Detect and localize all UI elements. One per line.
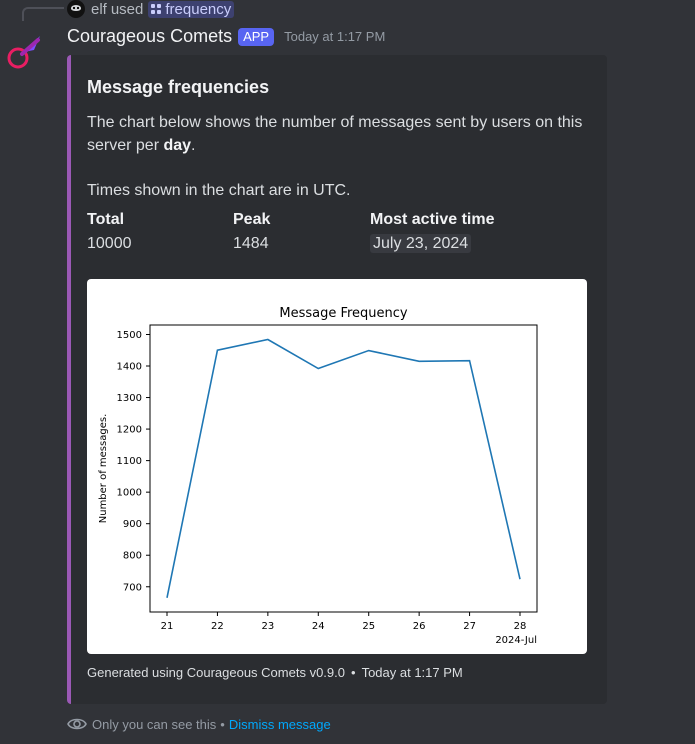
y-tick-label: 1500 xyxy=(117,330,142,341)
field-name: Total xyxy=(87,211,125,228)
desc-timezone-note: Times shown in the chart are in UTC. xyxy=(87,182,351,199)
x-tick-label: 22 xyxy=(211,621,224,632)
field-most-active: Most active time July 23, 2024 xyxy=(370,211,494,253)
x-tick-label: 27 xyxy=(463,621,476,632)
ephemeral-separator: • xyxy=(220,716,225,732)
y-tick-label: 1300 xyxy=(117,393,142,404)
ephemeral-notice: Only you can see this • Dismiss message xyxy=(67,714,331,734)
reply-preview[interactable]: elf used frequency xyxy=(67,0,235,18)
frequency-chart: Message Frequency 700 800 900 1000 1100 1200 13… xyxy=(98,306,538,646)
desc-text: The chart below shows the number of mess… xyxy=(87,114,583,154)
field-value: 10000 xyxy=(87,235,132,252)
embed-title: Message frequencies xyxy=(87,77,270,97)
y-tick-label: 700 xyxy=(123,582,142,593)
y-tick-label: 900 xyxy=(123,519,142,530)
dismiss-message-link[interactable]: Dismiss message xyxy=(229,717,331,732)
desc-bold: day xyxy=(163,137,192,154)
slash-command-icon xyxy=(151,4,162,14)
bot-avatar-icon[interactable] xyxy=(4,32,44,72)
y-tick-label: 800 xyxy=(123,551,142,562)
y-tick-label: 1100 xyxy=(117,456,142,467)
x-tick-label: 23 xyxy=(261,621,274,632)
user-avatar-icon[interactable] xyxy=(67,0,85,18)
footer-dot: • xyxy=(351,665,356,680)
chart-image[interactable]: Message Frequency 700 800 900 1000 1100 1200 13… xyxy=(87,279,587,654)
embed-card: Message frequencies The chart below show… xyxy=(67,55,607,704)
footer-text: Generated using Courageous Comets v0.9.0 xyxy=(87,665,345,680)
x-tick-label: 28 xyxy=(514,621,527,632)
field-name: Peak xyxy=(233,211,271,228)
reply-connector xyxy=(22,7,64,21)
x-tick-label: 24 xyxy=(312,621,325,632)
x-tick-label: 21 xyxy=(161,621,174,632)
field-value: 1484 xyxy=(233,235,269,252)
message-timestamp[interactable]: Today at 1:17 PM xyxy=(284,29,385,44)
author-name[interactable]: Courageous Comets xyxy=(67,26,232,47)
field-total: Total 10000 xyxy=(87,211,132,253)
y-axis-label: Number of messages. xyxy=(98,414,109,524)
y-tick-label: 1400 xyxy=(117,362,142,373)
field-value: July 23, 2024 xyxy=(370,234,472,253)
field-peak: Peak 1484 xyxy=(233,211,270,253)
series-line xyxy=(166,338,521,598)
x-offset-label: 2024-Jul xyxy=(495,635,537,646)
command-chip[interactable]: frequency xyxy=(148,0,235,18)
eye-icon xyxy=(67,718,87,730)
embed-description: The chart below shows the number of mess… xyxy=(87,111,587,202)
reply-username[interactable]: elf xyxy=(91,1,107,18)
command-name: frequency xyxy=(165,0,232,18)
embed-footer: Generated using Courageous Comets v0.9.0… xyxy=(87,665,463,680)
x-tick-label: 25 xyxy=(362,621,375,632)
x-tick-label: 26 xyxy=(413,621,426,632)
y-tick-label: 1000 xyxy=(117,488,142,499)
desc-end: . xyxy=(191,137,196,154)
plot-frame xyxy=(149,324,538,613)
footer-time: Today at 1:17 PM xyxy=(361,665,463,680)
field-value-wrap: July 23, 2024 xyxy=(370,234,494,253)
reply-used-text: used xyxy=(110,0,144,18)
app-badge: APP xyxy=(238,27,275,46)
y-tick-label: 1200 xyxy=(117,425,142,436)
ephemeral-text: Only you can see this xyxy=(92,716,217,732)
field-name: Most active time xyxy=(370,211,495,228)
chart-title: Message Frequency xyxy=(279,306,408,321)
message-header: Courageous Comets APP Today at 1:17 PM xyxy=(67,26,385,47)
